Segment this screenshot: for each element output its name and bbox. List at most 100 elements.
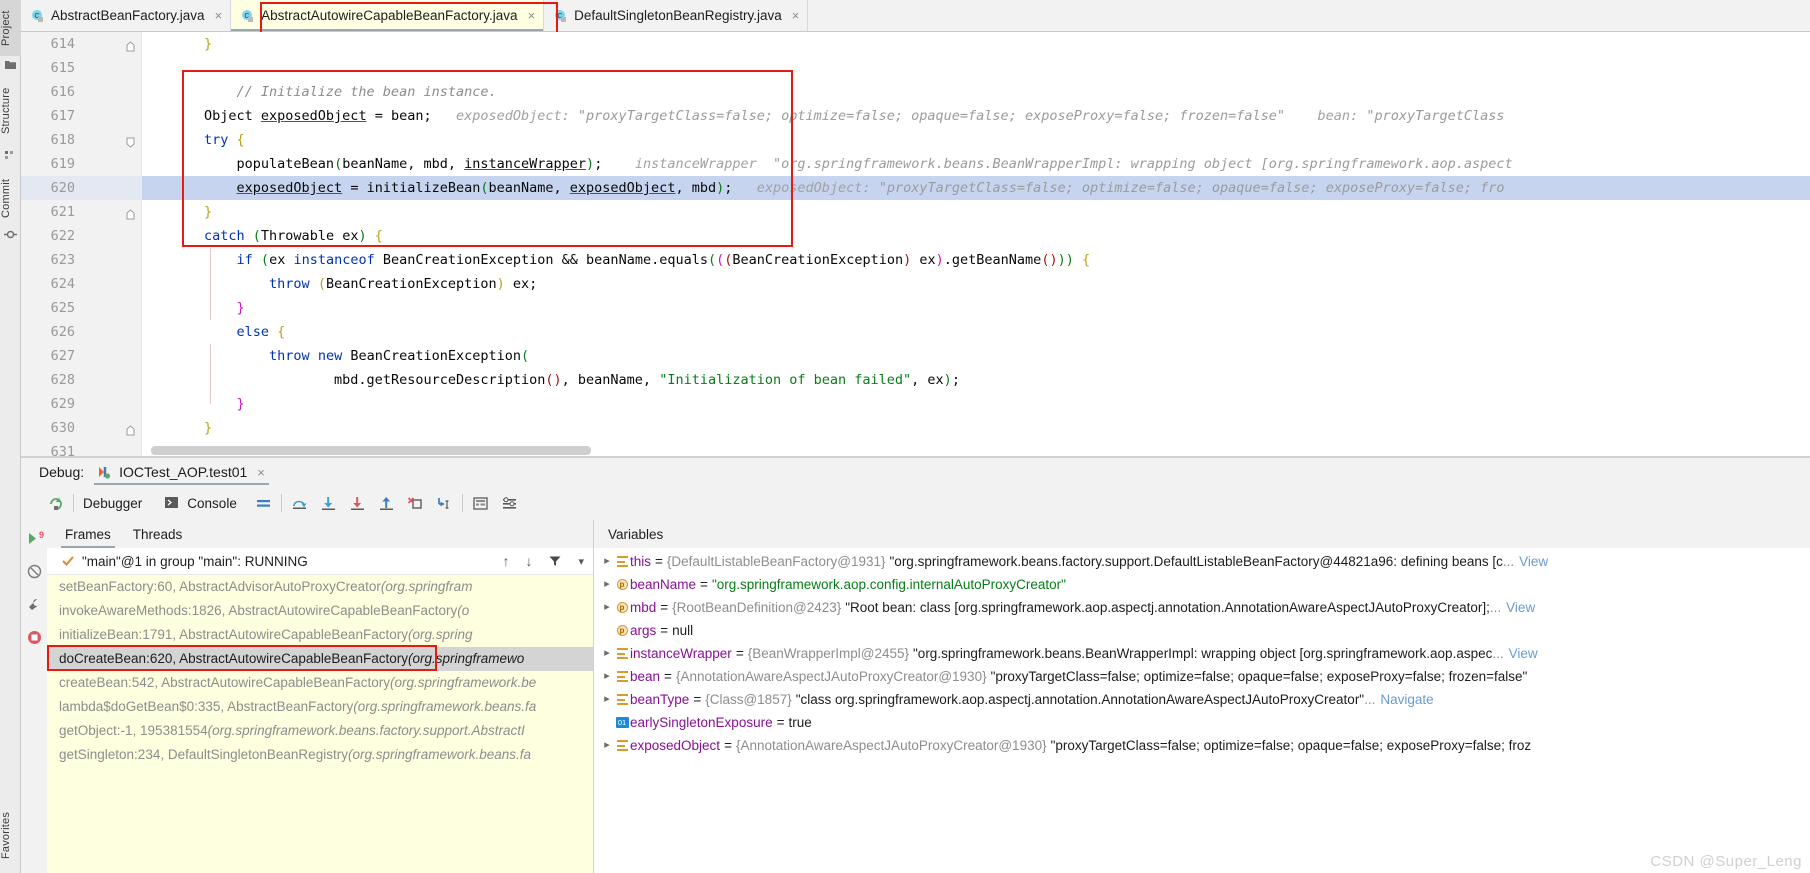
- step-out-icon[interactable]: [378, 495, 395, 512]
- variable-row-mbd[interactable]: ▸ p mbd = {RootBeanDefinition@2423} "Roo…: [594, 596, 1810, 619]
- code-text-area[interactable]: } // Initialize the bean instance. Objec…: [142, 32, 1810, 457]
- variable-ref: {Class@1857}: [705, 692, 792, 707]
- fold-marker-icon[interactable]: [125, 39, 136, 52]
- run-configuration-tab[interactable]: IOCTest_AOP.test01 ×: [94, 458, 269, 487]
- settings-wrench-icon[interactable]: [26, 596, 43, 613]
- frames-list[interactable]: setBeanFactory:60, AbstractAdvisorAutoPr…: [47, 575, 593, 873]
- line-number: 616: [50, 84, 75, 100]
- fold-gutter[interactable]: [89, 32, 141, 457]
- editor-horizontal-scrollbar[interactable]: [151, 446, 591, 455]
- variable-row-beantype[interactable]: ▸ beanType = {Class@1857} "class org.spr…: [594, 688, 1810, 711]
- fold-marker-icon[interactable]: [125, 207, 136, 220]
- object-field-icon: [614, 740, 630, 751]
- debug-session-icon: [96, 464, 113, 481]
- navigate-link[interactable]: Navigate: [1380, 688, 1433, 711]
- editor-tab-abstractautowirecapablebeanfactory[interactable]: C AbstractAutowireCapableBeanFactory.jav…: [231, 0, 545, 31]
- layout-icon[interactable]: [255, 495, 272, 512]
- sidebar-item-commit[interactable]: Commit: [0, 170, 21, 226]
- expand-chevron-icon[interactable]: ▸: [600, 596, 614, 619]
- tab-threads[interactable]: Threads: [133, 520, 183, 548]
- drop-frame-icon[interactable]: [407, 495, 424, 512]
- dropdown-icon[interactable]: ▾: [578, 555, 584, 568]
- variable-name: this: [630, 554, 652, 569]
- code-line-625: }: [236, 300, 245, 316]
- thread-selector[interactable]: "main"@1 in group "main": RUNNING ↑ ↓ ▾: [47, 548, 593, 575]
- variable-row-earlysingletonexposure[interactable]: 01 earlySingletonExposure = true: [594, 711, 1810, 734]
- code-line-622: catch (Throwable ex) {: [204, 228, 383, 244]
- frame-item[interactable]: lambda$doGetBean$0:335, AbstractBeanFact…: [47, 695, 593, 719]
- variable-ellipsis: ...: [1489, 600, 1502, 615]
- tab-frames[interactable]: Frames: [61, 520, 115, 548]
- variable-name: mbd: [630, 600, 657, 615]
- fold-marker-icon[interactable]: [125, 423, 136, 436]
- view-link[interactable]: View: [1519, 550, 1548, 573]
- console-icon: [164, 495, 181, 512]
- variable-row-beanname[interactable]: ▸ p beanName = "org.springframework.aop.…: [594, 573, 1810, 596]
- boolean-icon: 01: [614, 717, 630, 728]
- frame-item-selected[interactable]: doCreateBean:620, AbstractAutowireCapabl…: [47, 647, 593, 671]
- variable-row-exposedobject[interactable]: ▸ exposedObject = {AnnotationAwareAspect…: [594, 734, 1810, 757]
- variable-row-bean[interactable]: ▸ bean = {AnnotationAwareAspectJAutoProx…: [594, 665, 1810, 688]
- sidebar-item-project[interactable]: Project: [0, 0, 21, 56]
- tab-threads-label: Threads: [132, 526, 183, 542]
- sidebar-item-favorites[interactable]: Favorites: [0, 800, 21, 870]
- rerun-icon[interactable]: [47, 495, 64, 512]
- frame-item[interactable]: invokeAwareMethods:1826, AbstractAutowir…: [47, 599, 593, 623]
- close-icon[interactable]: ×: [257, 465, 265, 480]
- variable-name: exposedObject: [630, 738, 721, 753]
- filter-icon[interactable]: [548, 554, 562, 568]
- variable-value: true: [788, 715, 812, 730]
- expand-chevron-icon[interactable]: ▸: [600, 665, 614, 688]
- move-down-icon[interactable]: ↓: [525, 553, 532, 569]
- close-icon[interactable]: ×: [215, 8, 223, 23]
- run-to-cursor-icon[interactable]: [436, 495, 453, 512]
- settings-icon[interactable]: [501, 495, 518, 512]
- mute-breakpoints-icon[interactable]: [26, 563, 43, 580]
- expand-chevron-icon[interactable]: ▸: [600, 734, 614, 757]
- variable-row-args[interactable]: p args = null: [594, 619, 1810, 642]
- code-comment: // Initialize the bean instance.: [204, 84, 497, 100]
- view-link[interactable]: View: [1506, 596, 1535, 619]
- frame-item[interactable]: initializeBean:1791, AbstractAutowireCap…: [47, 623, 593, 647]
- editor-tab-defaultsingletonbeanregistry[interactable]: C DefaultSingletonBeanRegistry.java ×: [544, 0, 809, 31]
- close-icon[interactable]: ×: [792, 8, 800, 23]
- frame-item[interactable]: getObject:-1, 195381554(org.springframew…: [47, 719, 593, 743]
- stop-icon[interactable]: [26, 629, 43, 646]
- tab-debugger[interactable]: Debugger: [83, 496, 142, 511]
- parameter-icon: p: [614, 579, 630, 590]
- resume-program-icon[interactable]: 9: [26, 530, 44, 547]
- variable-row-this[interactable]: ▸ this = {DefaultListableBeanFactory@193…: [594, 550, 1810, 573]
- debug-body: 9 Frames Threads "main"@1 in group "main…: [21, 520, 1810, 873]
- force-step-into-icon[interactable]: [349, 495, 366, 512]
- step-into-icon[interactable]: [320, 495, 337, 512]
- frame-item[interactable]: getSingleton:234, DefaultSingletonBeanRe…: [47, 743, 593, 767]
- watermark: CSDN @Super_Leng: [1650, 853, 1802, 870]
- variables-list[interactable]: ▸ this = {DefaultListableBeanFactory@193…: [594, 548, 1810, 873]
- frame-item[interactable]: createBean:542, AbstractAutowireCapableB…: [47, 671, 593, 695]
- left-tool-strip: Project Structure Commit Favorites: [0, 0, 21, 873]
- variable-name: earlySingletonExposure: [630, 715, 773, 730]
- line-number: 626: [50, 324, 75, 340]
- variables-pane: Variables ▸ this = {DefaultListableBeanF…: [594, 520, 1810, 873]
- line-number: 629: [50, 396, 75, 412]
- code-editor[interactable]: 614 615 616 617 618 619 620 621 622 623 …: [21, 32, 1810, 457]
- expand-chevron-icon[interactable]: ▸: [600, 573, 614, 596]
- step-over-icon[interactable]: [291, 495, 308, 512]
- frame-item[interactable]: setBeanFactory:60, AbstractAdvisorAutoPr…: [47, 575, 593, 599]
- move-up-icon[interactable]: ↑: [502, 553, 509, 569]
- expand-chevron-icon[interactable]: ▸: [600, 642, 614, 665]
- view-link[interactable]: View: [1509, 642, 1538, 665]
- frame-method: getSingleton:234, DefaultSingletonBeanRe…: [59, 747, 348, 762]
- expand-chevron-icon[interactable]: ▸: [600, 550, 614, 573]
- tab-console[interactable]: Console: [164, 495, 237, 512]
- close-icon[interactable]: ×: [528, 8, 536, 23]
- fold-marker-icon[interactable]: [125, 135, 136, 148]
- editor-tab-abstractbeanfactory[interactable]: C AbstractBeanFactory.java ×: [21, 0, 232, 31]
- variable-row-instancewrapper[interactable]: ▸ instanceWrapper = {BeanWrapperImpl@245…: [594, 642, 1810, 665]
- expand-chevron-icon[interactable]: ▸: [600, 688, 614, 711]
- tab-frames-label: Frames: [65, 526, 111, 542]
- evaluate-expression-icon[interactable]: [472, 495, 489, 512]
- line-number: 615: [50, 60, 75, 76]
- sidebar-item-structure[interactable]: Structure: [0, 78, 21, 144]
- frame-method: invokeAwareMethods:1826, AbstractAutowir…: [59, 603, 458, 618]
